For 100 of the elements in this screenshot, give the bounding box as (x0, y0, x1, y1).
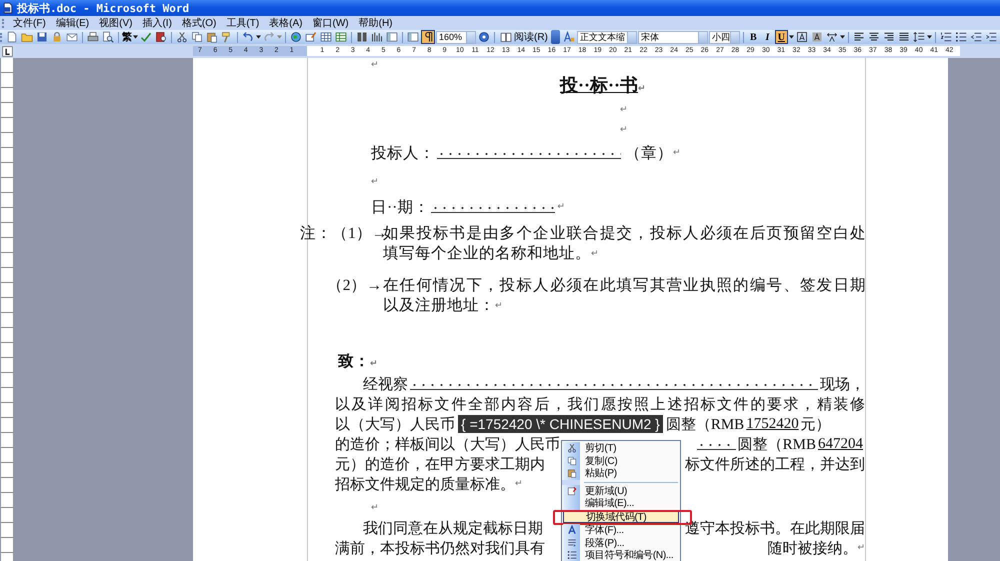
read-button[interactable]: 阅读(R) (498, 30, 550, 44)
paragraph-mark: ↵ (515, 479, 523, 489)
bulleted-list-icon[interactable] (954, 31, 967, 43)
menu-item[interactable]: 文件(F) (10, 16, 49, 30)
hyperlink-globe-icon[interactable] (290, 31, 302, 43)
caret-icon[interactable] (926, 35, 932, 39)
align-center-icon[interactable] (868, 31, 880, 43)
window-title: 投标书.doc - Microsoft Word (17, 0, 190, 16)
context-menu-item[interactable]: 段落(P)... (563, 536, 679, 549)
paragraph-mark: ↵ (370, 359, 378, 369)
format-button[interactable]: U (774, 30, 788, 44)
amount-text: 1752420 (745, 416, 800, 432)
table-pencil-icon[interactable] (305, 31, 317, 43)
caret-icon[interactable] (256, 35, 261, 39)
paragraph-mark: ↵ (620, 125, 628, 135)
document-icon (2, 2, 14, 14)
context-menu-item[interactable]: 字体(F)... (563, 524, 679, 536)
columns-icon[interactable] (356, 31, 368, 43)
menu-item[interactable]: 工具(T) (223, 16, 262, 30)
paste-icon[interactable] (206, 31, 218, 43)
shaded-letter-icon[interactable] (810, 31, 823, 43)
print-icon[interactable] (87, 31, 99, 43)
paste-icon (566, 468, 576, 478)
body-text: 经视察 (363, 375, 408, 394)
menu-item[interactable]: 插入(I) (139, 16, 175, 30)
note-line: 在任何情况下，投标人必须在此填写其营业执照的编号、签发日期 (383, 276, 866, 296)
paragraph-mark: ↵ (591, 248, 599, 261)
caret-icon[interactable] (788, 35, 794, 39)
body-text: 圆整（RMB (666, 416, 744, 434)
list-icon (566, 550, 576, 560)
context-menu-item[interactable]: 项目符号和编号(N)... (563, 549, 679, 561)
menu-item[interactable]: 视图(V) (96, 16, 136, 30)
paragraph-mark: ↵ (371, 503, 379, 513)
numbered-list-icon[interactable] (940, 31, 952, 43)
form-label: 投标人： (371, 144, 435, 164)
align-left-icon[interactable] (852, 31, 865, 43)
field-code[interactable]: { =1752420 \* CHINESENUM2 } (458, 415, 663, 433)
font-size-dropdown[interactable]: 小四 (708, 30, 740, 44)
copy-icon[interactable] (191, 31, 203, 43)
copy-icon (566, 456, 576, 466)
context-menu-item[interactable]: 编辑域(E)... (563, 497, 679, 510)
font-icon (566, 525, 576, 536)
paragraph-mark: ↵ (857, 543, 865, 553)
menu-item[interactable]: 窗口(W) (310, 16, 352, 30)
document-map-icon[interactable] (386, 31, 398, 43)
line-spacing-icon[interactable] (912, 31, 925, 43)
justify-icon[interactable] (898, 31, 910, 43)
body-text: 以及详阅招标文件全部内容后，我们愿按照上述招标文件的要求，精装修 (335, 395, 865, 414)
salutation: 致： (338, 353, 370, 370)
format-button[interactable]: B (746, 30, 760, 44)
bars-icon[interactable] (371, 31, 383, 43)
convert-button[interactable]: 繁 (122, 30, 132, 44)
body-text: 元） (800, 416, 831, 434)
zoom-dropdown[interactable]: 160% (436, 30, 476, 44)
caret-icon[interactable] (840, 35, 845, 39)
save-icon[interactable] (36, 31, 48, 43)
paragraph-mark: ↵ (371, 177, 379, 187)
style-dropdown[interactable]: 正文文本缩 (576, 30, 637, 44)
caret-icon[interactable] (133, 35, 138, 39)
context-menu-item[interactable]: 复制(C) (563, 454, 679, 467)
help-icon[interactable] (478, 31, 490, 43)
paragraph-mark: ↵ (673, 148, 681, 158)
format-button[interactable]: I (760, 30, 774, 44)
font-dropdown[interactable]: 宋体 (638, 30, 708, 44)
menu-item[interactable]: 帮助(H) (356, 16, 396, 30)
insert-table-icon[interactable] (320, 31, 332, 43)
cut-icon[interactable] (176, 31, 188, 43)
styles-icon[interactable] (562, 31, 575, 43)
document-map-icon[interactable] (407, 31, 419, 43)
menu-item[interactable]: 编辑(E) (52, 16, 92, 30)
lock-icon[interactable] (51, 31, 63, 43)
character-scale-icon[interactable] (826, 31, 838, 43)
cut-icon (566, 443, 576, 454)
menu-item[interactable]: 表格(A) (266, 16, 306, 30)
paragraph-mark: ↵ (371, 60, 379, 70)
context-menu-item[interactable]: 更新域(U) (563, 484, 679, 497)
form-suffix: （章） (625, 144, 673, 164)
spelling-check-icon[interactable] (140, 31, 152, 43)
update-field-icon (566, 486, 576, 496)
mail-icon[interactable] (66, 31, 78, 43)
print-preview-icon[interactable] (102, 31, 114, 43)
note-label: （2）→ (326, 276, 383, 296)
bordered-letter-icon[interactable] (796, 31, 808, 43)
body-text: 以（大写）人民币 (335, 416, 455, 434)
decrease-indent-icon[interactable] (970, 31, 982, 43)
body-text: 满前，本投标书仍然对我们具有 (335, 540, 545, 558)
spreadsheet-icon[interactable] (335, 31, 347, 43)
context-menu-item[interactable]: 剪切(T) (563, 442, 679, 454)
note-label: 注：（1）→ (300, 224, 383, 244)
context-menu-item[interactable]: 粘贴(P) (563, 467, 679, 480)
increase-indent-icon[interactable] (984, 31, 997, 43)
book-icon[interactable] (500, 31, 512, 43)
align-right-icon[interactable] (882, 31, 895, 43)
tab-selector-icon[interactable] (2, 46, 13, 56)
toolbar-options-button[interactable] (550, 30, 560, 44)
research-book-icon[interactable] (155, 31, 167, 43)
body-text: 的造价；样板间以（大写）人民币 (335, 436, 560, 454)
menu-item[interactable]: 格式(O) (178, 16, 220, 30)
body-text: 随时被接纳。 (767, 540, 858, 558)
undo-icon[interactable] (242, 31, 254, 43)
